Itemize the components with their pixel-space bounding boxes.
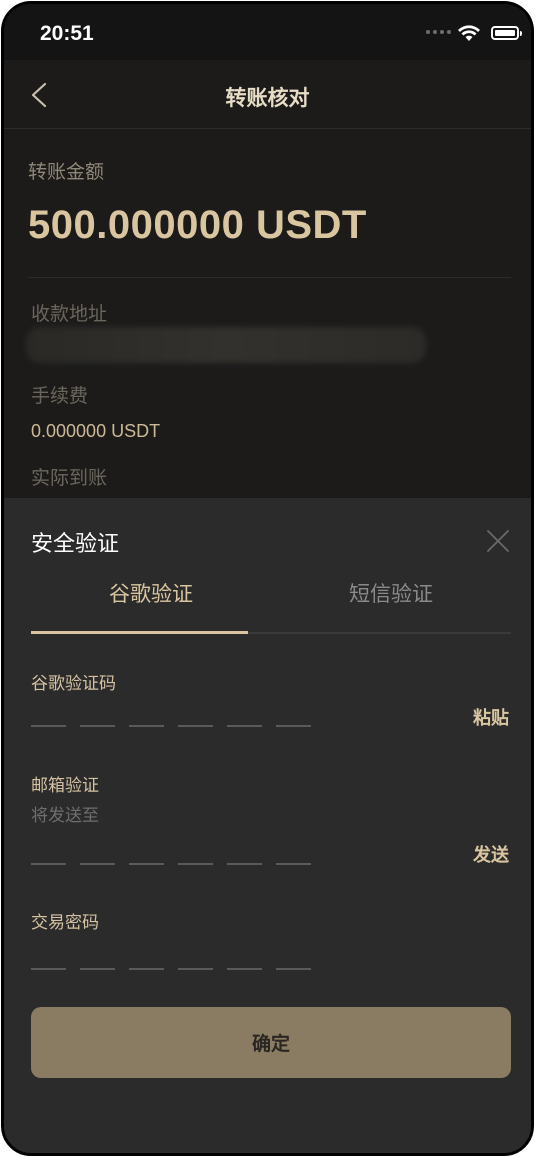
google-code-label: 谷歌验证码 bbox=[31, 674, 116, 694]
trade-password-input[interactable] bbox=[31, 968, 311, 970]
email-send-to: 将发送至 bbox=[31, 806, 99, 826]
actual-amount-label: 实际到账 bbox=[31, 467, 108, 489]
email-code-input[interactable] bbox=[31, 863, 311, 865]
battery-icon bbox=[491, 26, 522, 40]
page-title: 转账核对 bbox=[225, 86, 310, 110]
sheet-title: 安全验证 bbox=[31, 532, 120, 557]
nav-bar: 转账核对 bbox=[4, 60, 531, 129]
amount-label: 转账金额 bbox=[28, 161, 105, 183]
email-verify-label: 邮箱验证 bbox=[31, 776, 99, 796]
address-label: 收款地址 bbox=[31, 303, 108, 325]
google-code-input[interactable] bbox=[31, 725, 311, 727]
fee-label: 手续费 bbox=[31, 385, 89, 407]
send-code-button[interactable]: 发送 bbox=[473, 841, 509, 867]
transfer-detail: 转账金额 500.000000 USDT 收款地址 手续费 0.000000 U… bbox=[4, 129, 531, 501]
tab-google-verify[interactable]: 谷歌验证 bbox=[31, 578, 271, 608]
confirm-button[interactable]: 确定 bbox=[31, 1007, 511, 1078]
status-time: 20:51 bbox=[40, 22, 94, 45]
security-sheet: 安全验证 谷歌验证 短信验证 谷歌验证码 粘贴 邮箱验证 将发送至 发送 交易密… bbox=[4, 498, 531, 1153]
signal-icon bbox=[426, 30, 451, 34]
status-bar: 20:51 bbox=[4, 4, 531, 60]
fee-value: 0.000000 USDT bbox=[31, 421, 161, 441]
wifi-icon bbox=[458, 25, 480, 41]
close-icon[interactable] bbox=[485, 528, 511, 554]
phone-frame: 20:51 转账核对 转账金额 500.000000 USDT 收款地址 手续费… bbox=[1, 1, 534, 1156]
active-tab-indicator bbox=[31, 631, 248, 634]
divider bbox=[28, 277, 511, 278]
trade-password-label: 交易密码 bbox=[31, 913, 99, 933]
verification-tabs: 谷歌验证 短信验证 bbox=[31, 568, 511, 634]
paste-button[interactable]: 粘贴 bbox=[473, 704, 509, 730]
address-value-redacted bbox=[26, 327, 426, 363]
tab-sms-verify[interactable]: 短信验证 bbox=[271, 578, 511, 608]
amount-value: 500.000000 USDT bbox=[28, 203, 367, 247]
